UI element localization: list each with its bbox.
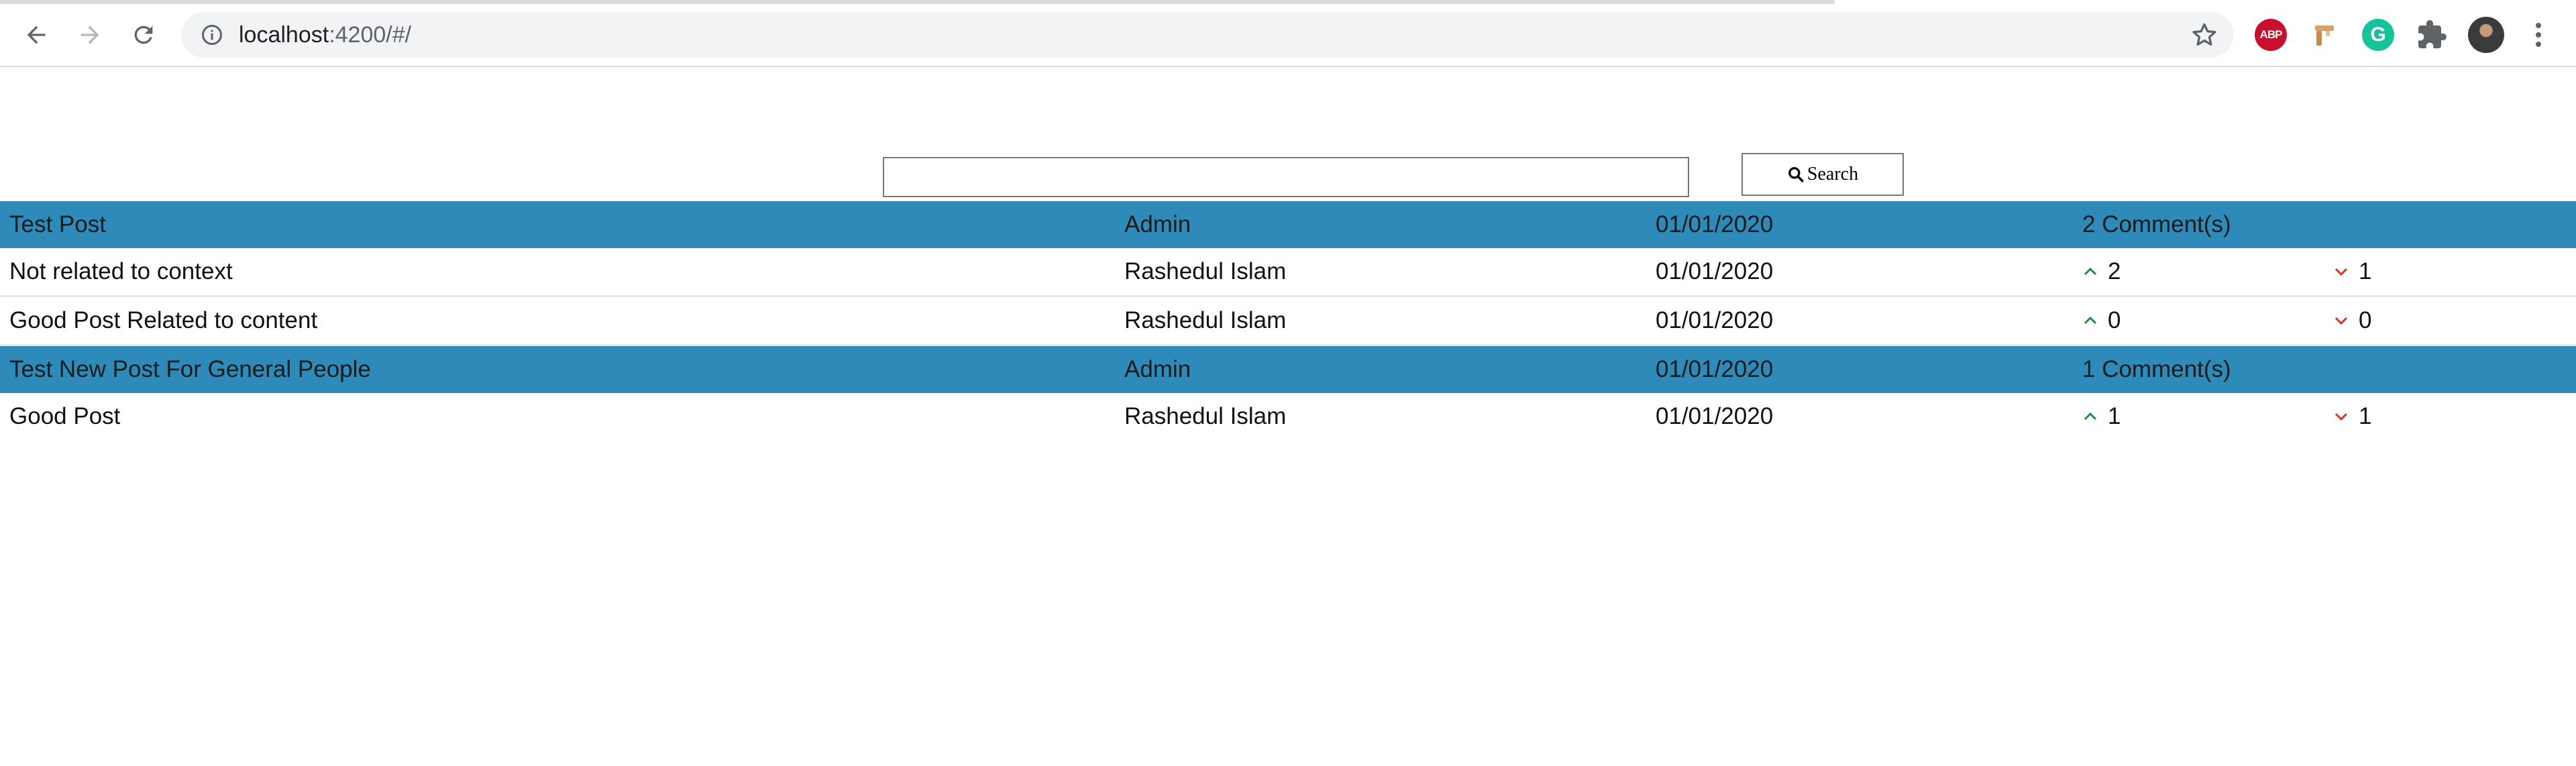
forward-arrow-icon (80, 25, 99, 44)
comment-date: 01/01/2020 (1656, 307, 1774, 333)
post-title: Test Post (9, 211, 106, 237)
back-button[interactable] (16, 15, 56, 55)
downvote-chevron-icon[interactable] (2333, 408, 2349, 425)
url-host: localhost (239, 22, 329, 48)
downvote-chevron-icon[interactable] (2333, 313, 2349, 329)
browser-toolbar: localhost:4200/#/ ABP G (0, 0, 2576, 67)
post-date: 01/01/2020 (1656, 211, 1774, 237)
upvote-count: 0 (2108, 307, 2121, 333)
forward-button[interactable] (70, 15, 110, 55)
post-date: 01/01/2020 (1656, 356, 1774, 382)
post-author: Admin (1124, 356, 1191, 382)
post-comment-count[interactable]: 1 Comment(s) (2082, 346, 2231, 393)
post-title: Test New Post For General People (9, 356, 371, 382)
pin-extension-icon[interactable] (2308, 19, 2341, 51)
downvote-chevron-icon[interactable] (2333, 264, 2349, 280)
downvote-control[interactable]: 0 (2333, 297, 2371, 344)
downvote-count: 1 (2359, 258, 2372, 284)
post-comment-count[interactable]: 2 Comment(s) (2082, 201, 2231, 248)
downvote-control[interactable]: 1 (2333, 393, 2371, 440)
grammarly-icon[interactable]: G (2362, 19, 2394, 51)
browser-menu-icon[interactable] (2529, 19, 2548, 51)
url-text[interactable]: localhost:4200/#/ (239, 12, 411, 58)
comment-text: Good Post (9, 403, 121, 429)
post-header[interactable]: Test Post Admin 01/01/2020 2 Comment(s) (0, 201, 2576, 248)
upvote-chevron-icon[interactable] (2082, 313, 2098, 329)
downvote-count: 0 (2359, 307, 2372, 333)
post-header[interactable]: Test New Post For General People Admin 0… (0, 346, 2576, 393)
grammarly-label: G (2370, 23, 2386, 46)
url-path: :4200/#/ (329, 22, 412, 48)
comment-author: Rashedul Islam (1124, 258, 1287, 284)
upvote-chevron-icon[interactable] (2082, 408, 2098, 425)
comment-date: 01/01/2020 (1656, 403, 1774, 429)
reload-icon (134, 25, 153, 44)
search-button[interactable]: Search (1741, 153, 1904, 196)
back-arrow-icon (27, 25, 46, 44)
page-load-progress (0, 0, 1835, 4)
upvote-control[interactable]: 0 (2082, 297, 2121, 344)
profile-avatar[interactable] (2468, 17, 2504, 53)
upvote-count: 1 (2108, 403, 2121, 429)
address-bar[interactable]: localhost:4200/#/ (181, 12, 2234, 58)
post-list: Test Post Admin 01/01/2020 2 Comment(s) … (0, 201, 2576, 440)
comment-row: Not related to context Rashedul Islam 01… (0, 248, 2576, 297)
adblock-plus-label: ABP (2259, 28, 2283, 41)
search-icon (1788, 167, 1804, 182)
upvote-control[interactable]: 2 (2082, 248, 2121, 295)
comment-author: Rashedul Islam (1124, 403, 1287, 429)
upvote-chevron-icon[interactable] (2082, 264, 2098, 280)
post-author: Admin (1124, 211, 1191, 237)
comment-row: Good Post Rashedul Islam 01/01/2020 1 1 (0, 393, 2576, 440)
comment-date: 01/01/2020 (1656, 258, 1774, 284)
extensions-puzzle-icon[interactable] (2416, 19, 2448, 51)
upvote-count: 2 (2108, 258, 2121, 284)
downvote-count: 1 (2359, 403, 2372, 429)
upvote-control[interactable]: 1 (2082, 393, 2121, 440)
site-info-icon[interactable] (200, 23, 224, 47)
reload-button[interactable] (123, 15, 164, 55)
comment-row: Good Post Related to content Rashedul Is… (0, 297, 2576, 346)
adblock-plus-icon[interactable]: ABP (2255, 19, 2287, 51)
comment-author: Rashedul Islam (1124, 307, 1287, 333)
search-input[interactable] (883, 157, 1689, 197)
bookmark-star-icon[interactable] (2190, 20, 2219, 50)
comment-text: Good Post Related to content (9, 307, 318, 333)
downvote-control[interactable]: 1 (2333, 248, 2371, 295)
comment-text: Not related to context (9, 258, 233, 284)
search-button-label: Search (1807, 164, 1859, 184)
